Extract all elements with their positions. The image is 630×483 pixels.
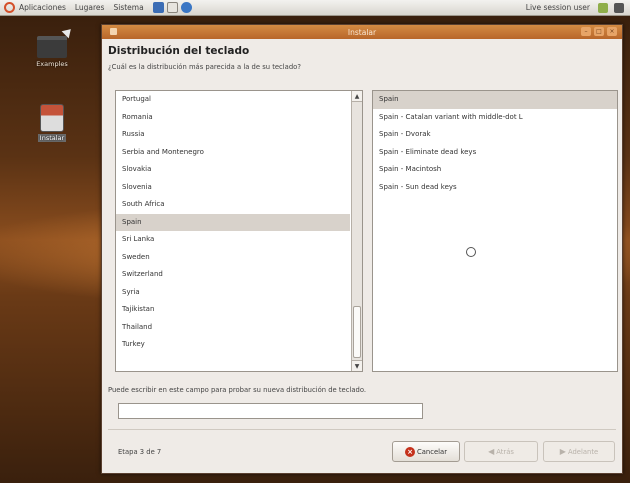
menu-places[interactable]: Lugares: [75, 3, 105, 12]
variant-list-item[interactable]: Spain - Eliminate dead keys: [373, 144, 617, 162]
keyboard-test-input[interactable]: [118, 403, 423, 419]
window-titlebar[interactable]: Instalar – □ ×: [102, 25, 622, 39]
installer-icon: [40, 104, 64, 132]
cancel-button[interactable]: × Cancelar: [392, 441, 460, 462]
variant-list-item[interactable]: Spain - Macintosh: [373, 161, 617, 179]
variant-list-item[interactable]: Spain - Catalan variant with middle-dot …: [373, 109, 617, 127]
scroll-down-arrow-icon[interactable]: ▼: [352, 360, 362, 371]
mail-launcher-icon[interactable]: [166, 2, 178, 13]
scroll-thumb[interactable]: [353, 306, 361, 358]
ubuntu-logo-icon[interactable]: [4, 2, 15, 13]
country-list-item[interactable]: South Africa: [116, 196, 350, 214]
desktop-icon-label: Instalar: [37, 134, 67, 142]
firefox-launcher-icon[interactable]: [152, 2, 164, 13]
scroll-up-arrow-icon[interactable]: ▲: [352, 91, 362, 102]
country-list-item[interactable]: Syria: [116, 284, 350, 302]
country-list-item[interactable]: Portugal: [116, 91, 350, 109]
country-list-item[interactable]: Romania: [116, 109, 350, 127]
country-list-item[interactable]: Russia: [116, 126, 350, 144]
step-indicator: Etapa 3 de 7: [118, 448, 162, 456]
arrow-left-icon: ◀: [488, 447, 495, 456]
minimize-button[interactable]: –: [581, 27, 591, 36]
back-button[interactable]: ◀ Atrás: [464, 441, 538, 462]
country-list[interactable]: Portugal Romania Russia Serbia and Monteneg…: [115, 90, 363, 372]
busy-cursor-icon: [466, 247, 476, 257]
network-icon[interactable]: [598, 2, 608, 13]
country-list-item[interactable]: Spain: [116, 213, 350, 231]
forward-button-label: Adelante: [567, 447, 599, 456]
shutdown-icon[interactable]: [614, 2, 624, 13]
variant-list[interactable]: Spain Spain - Catalan variant with middle…: [372, 90, 618, 372]
forward-button[interactable]: ▶ Adelante: [543, 441, 615, 462]
desktop-icon-examples[interactable]: Examples: [26, 36, 78, 68]
cancel-button-label: Cancelar: [417, 447, 447, 456]
window-title: Instalar: [347, 27, 377, 37]
variant-list-item[interactable]: Spain: [373, 91, 617, 109]
footer: Etapa 3 de 7 × Cancelar ◀ Atrás ▶ Adelan…: [102, 435, 622, 471]
arrow-right-icon: ▶: [559, 447, 566, 456]
stop-icon: ×: [405, 446, 415, 457]
maximize-button[interactable]: □: [594, 27, 604, 36]
country-list-item[interactable]: Slovenia: [116, 179, 350, 197]
installer-window: Instalar – □ × Distribución del teclado …: [101, 24, 623, 474]
variant-list-item[interactable]: Spain - Dvorak: [373, 126, 617, 144]
country-list-item[interactable]: Thailand: [116, 319, 350, 337]
test-hint-label: Puede escribir en este campo para probar…: [108, 386, 367, 394]
divider: [108, 429, 616, 430]
user-name[interactable]: Live session user: [526, 3, 590, 12]
close-button[interactable]: ×: [607, 27, 617, 36]
country-list-item[interactable]: Sri Lanka: [116, 231, 350, 249]
country-list-item[interactable]: Tajikistan: [116, 301, 350, 319]
country-list-item[interactable]: Slovakia: [116, 161, 350, 179]
variant-list-item[interactable]: Spain - Sun dead keys: [373, 179, 617, 197]
back-button-label: Atrás: [496, 447, 514, 456]
country-list-item[interactable]: Sweden: [116, 249, 350, 267]
desktop-icon-label: Examples: [36, 60, 68, 68]
help-launcher-icon[interactable]: [180, 2, 192, 13]
country-list-item[interactable]: Turkey: [116, 336, 350, 354]
country-list-scrollbar[interactable]: ▲ ▼: [351, 91, 362, 371]
page-title: Distribución del teclado: [108, 45, 250, 57]
window-app-icon: [110, 28, 117, 35]
desktop-icon-install[interactable]: Instalar: [26, 104, 78, 142]
menu-system[interactable]: Sistema: [113, 3, 143, 12]
folder-icon: [37, 36, 67, 58]
country-list-item[interactable]: Serbia and Montenegro: [116, 144, 350, 162]
menu-applications[interactable]: Aplicaciones: [19, 3, 66, 12]
top-panel: Aplicaciones Lugares Sistema Live sessio…: [0, 0, 630, 16]
question-label: ¿Cuál es la distribución más parecida a …: [108, 63, 301, 71]
country-list-item[interactable]: Switzerland: [116, 266, 350, 284]
